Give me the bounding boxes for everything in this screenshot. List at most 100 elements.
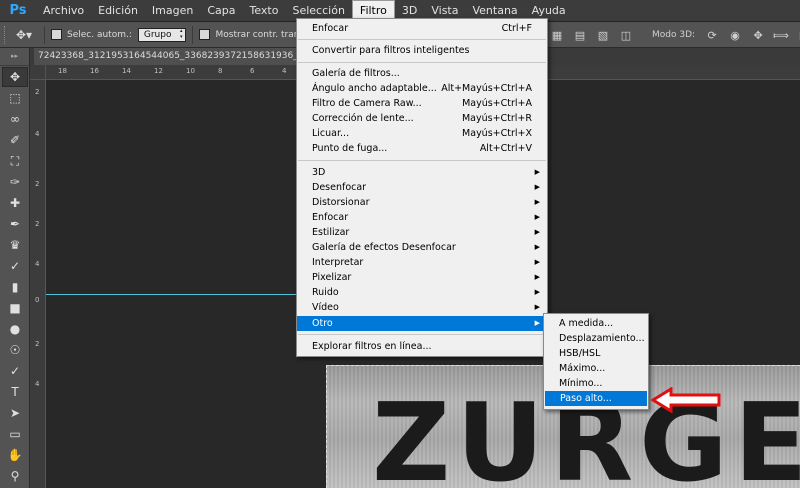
menu-item-label: Filtro de Camera Raw... — [312, 98, 422, 109]
menu-item-blur-gallery[interactable]: Galería de efectos Desenfocar ▶ — [297, 240, 547, 255]
menu-item-vanishing-point[interactable]: Punto de fuga... Alt+Ctrl+V — [297, 141, 547, 156]
ruler-tick-label: 12 — [154, 67, 163, 75]
menu-item-label: Ruido — [312, 287, 339, 298]
menu-item-camera-raw[interactable]: Filtro de Camera Raw... Mayús+Ctrl+A — [297, 96, 547, 111]
distribute-left-icon[interactable]: ◫ — [617, 26, 635, 44]
3d-scale-icon[interactable]: ▩ — [795, 26, 800, 44]
show-transform-checkbox[interactable] — [199, 29, 211, 40]
eyedropper-tool-icon[interactable]: ✑ — [2, 172, 28, 192]
crop-tool-icon[interactable]: ⛶ — [2, 151, 28, 171]
menu-separator — [298, 39, 546, 40]
menu-item-shortcut: Mayús+Ctrl+A — [462, 98, 532, 109]
menu-item-label: Vídeo — [312, 302, 339, 313]
align-tools-group: ▦ ▤ ▧ ◫ Modo 3D: ⟳ ◉ ✥ ⟾ ▩ — [548, 22, 800, 48]
submenu-arrow-icon: ▶ — [534, 258, 540, 266]
submenu-item-maximum[interactable]: Máximo... — [544, 361, 648, 376]
auto-select-label: Selec. autom.: — [67, 29, 132, 40]
move-tool-icon[interactable]: ✥ — [2, 67, 28, 87]
mode-3d-label: Modo 3D: — [652, 30, 696, 40]
dodge-tool-icon[interactable]: ☉ — [2, 340, 28, 360]
distribute-vcenter-icon[interactable]: ▤ — [571, 26, 589, 44]
menu-item-adaptive-wide-angle[interactable]: Ángulo ancho adaptable... Alt+Mayús+Ctrl+… — [297, 81, 547, 96]
menu-item-distort[interactable]: Distorsionar ▶ — [297, 195, 547, 210]
quick-selection-tool-icon[interactable]: ✐ — [2, 130, 28, 150]
menu-item-noise[interactable]: Ruido ▶ — [297, 285, 547, 300]
menu-item-lens-correction[interactable]: Corrección de lente... Mayús+Ctrl+R — [297, 111, 547, 126]
3d-roll-icon[interactable]: ◉ — [726, 26, 744, 44]
auto-select-dropdown[interactable]: Grupo — [137, 27, 187, 42]
clone-stamp-tool-icon[interactable]: ♛ — [2, 235, 28, 255]
menu-item-3d[interactable]: 3D ▶ — [297, 165, 547, 180]
menu-item-other[interactable]: Otro ▶ — [297, 316, 547, 331]
menu-item-smart-filters[interactable]: Convertir para filtros inteligentes — [297, 43, 547, 58]
menu-item-label: Pixelizar — [312, 272, 352, 283]
submenu-item-minimum[interactable]: Mínimo... — [544, 376, 648, 391]
menu-item-shortcut: Mayús+Ctrl+R — [461, 113, 532, 124]
zoom-tool-icon[interactable]: ⚲ — [2, 466, 28, 486]
submenu-arrow-icon: ▶ — [534, 168, 540, 176]
ruler-tick-label: 4 — [282, 67, 287, 75]
history-brush-tool-icon[interactable]: ✓ — [2, 256, 28, 276]
menu-item-shortcut: Alt+Ctrl+V — [479, 143, 532, 154]
3d-slide-icon[interactable]: ⟾ — [772, 26, 790, 44]
move-tool-preset-icon[interactable]: ✥▾ — [10, 26, 38, 44]
distribute-top-icon[interactable]: ▦ — [548, 26, 566, 44]
gradient-tool-icon[interactable]: ■ — [2, 298, 28, 318]
distribute-bottom-icon[interactable]: ▧ — [594, 26, 612, 44]
menu-item-video[interactable]: Vídeo ▶ — [297, 300, 547, 315]
blur-tool-icon[interactable]: ● — [2, 319, 28, 339]
brush-tool-icon[interactable]: ✒ — [2, 214, 28, 234]
menu-item-label: Punto de fuga... — [312, 143, 388, 154]
menu-archivo[interactable]: Archivo — [36, 0, 91, 22]
auto-select-checkbox[interactable] — [51, 29, 62, 40]
menu-item-shortcut: Mayús+Ctrl+X — [462, 128, 532, 139]
menu-item-liquify[interactable]: Licuar... Mayús+Ctrl+X — [297, 126, 547, 141]
ruler-tick-label: 2 — [35, 340, 40, 348]
menu-item-label: Enfocar — [312, 23, 349, 34]
eraser-tool-icon[interactable]: ▮ — [2, 277, 28, 297]
submenu-arrow-icon: ▶ — [534, 198, 540, 206]
menu-item-render[interactable]: Interpretar ▶ — [297, 255, 547, 270]
3d-rotate-icon[interactable]: ⟳ — [703, 26, 721, 44]
rectangle-tool-icon[interactable]: ▭ — [2, 424, 28, 444]
menu-item-label: Otro — [312, 318, 333, 329]
submenu-arrow-icon: ▶ — [534, 319, 540, 327]
horizontal-guide[interactable] — [46, 294, 296, 295]
menu-item-enfocar-last[interactable]: Enfocar Ctrl+F — [297, 21, 547, 36]
hand-tool-icon[interactable]: ✋ — [2, 445, 28, 465]
marquee-tool-icon[interactable]: ⬚ — [2, 88, 28, 108]
menu-capa[interactable]: Capa — [200, 0, 242, 22]
menu-item-label: Interpretar — [312, 257, 364, 268]
ruler-tick-label: 4 — [35, 380, 40, 388]
pen-tool-icon[interactable]: ✓ — [2, 361, 28, 381]
menu-item-stylize[interactable]: Estilizar ▶ — [297, 225, 547, 240]
tools-panel-grip[interactable]: ▸▸ — [0, 48, 29, 66]
ruler-tick-label: 10 — [186, 67, 195, 75]
ruler-vertical[interactable]: 2 4 2 2 4 0 2 4 — [30, 80, 46, 488]
submenu-item-custom[interactable]: A medida... — [544, 316, 648, 331]
menu-edicion[interactable]: Edición — [91, 0, 145, 22]
menu-item-blur[interactable]: Desenfocar ▶ — [297, 180, 547, 195]
submenu-item-hsb-hsl[interactable]: HSB/HSL — [544, 346, 648, 361]
submenu-item-offset[interactable]: Desplazamiento... — [544, 331, 648, 346]
menu-item-pixelate[interactable]: Pixelizar ▶ — [297, 270, 547, 285]
3d-drag-icon[interactable]: ✥ — [749, 26, 767, 44]
document-tab[interactable]: 72423368_3121953164544065_33682393721586… — [34, 48, 296, 65]
menu-imagen[interactable]: Imagen — [145, 0, 200, 22]
photoshop-window: Ps Archivo Edición Imagen Capa Texto Sel… — [0, 0, 800, 488]
type-tool-icon[interactable]: T — [2, 382, 28, 402]
submenu-arrow-icon: ▶ — [534, 303, 540, 311]
menu-item-filter-gallery[interactable]: Galería de filtros... — [297, 66, 547, 81]
submenu-item-high-pass[interactable]: Paso alto... — [545, 391, 647, 406]
lasso-tool-icon[interactable]: ∞ — [2, 109, 28, 129]
menu-item-browse-online[interactable]: Explorar filtros en línea... — [297, 339, 547, 354]
healing-brush-tool-icon[interactable]: ✚ — [2, 193, 28, 213]
menu-item-sharpen[interactable]: Enfocar ▶ — [297, 210, 547, 225]
ruler-origin[interactable] — [30, 65, 46, 80]
menu-item-label: Convertir para filtros inteligentes — [312, 45, 470, 56]
path-selection-tool-icon[interactable]: ➤ — [2, 403, 28, 423]
ruler-tick-label: 4 — [35, 260, 40, 268]
ruler-tick-label: 2 — [35, 180, 40, 188]
menu-texto[interactable]: Texto — [243, 0, 286, 22]
divider — [192, 25, 194, 44]
